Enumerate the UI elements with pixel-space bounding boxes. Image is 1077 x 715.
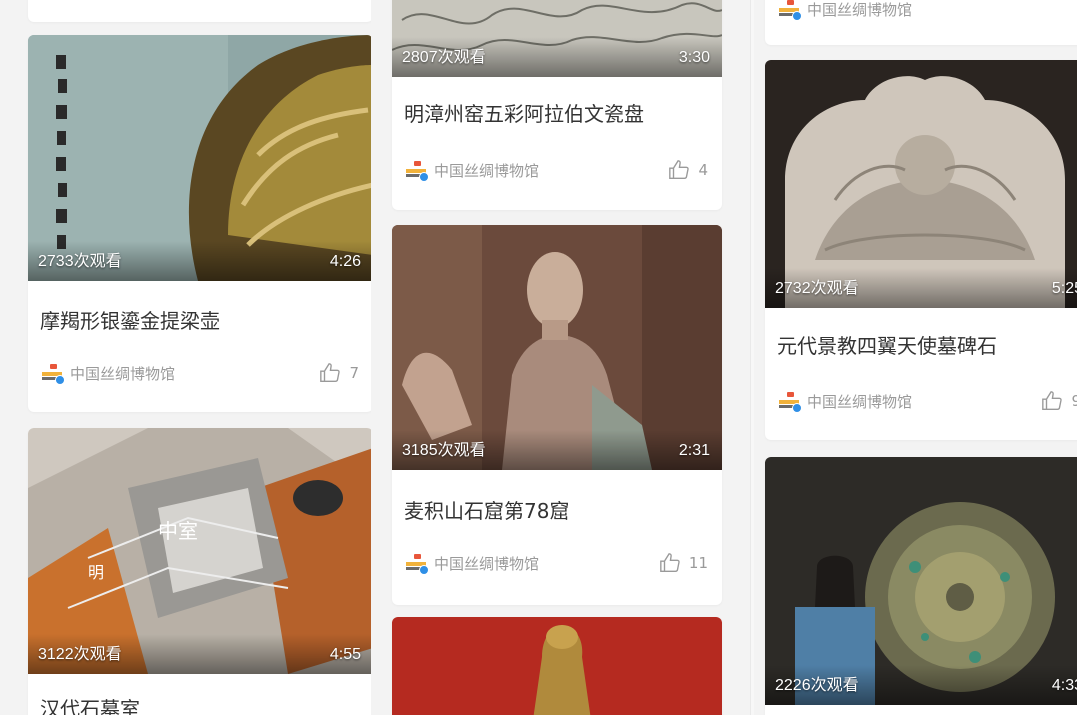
video-thumbnail[interactable]: 2226次观看 4:33 <box>765 457 1077 705</box>
author-name[interactable]: 中国丝绸博物馆 <box>434 553 539 574</box>
like-count: 4 <box>698 161 708 179</box>
video-card-partial[interactable] <box>392 617 722 715</box>
thumbs-up-icon <box>1042 391 1063 410</box>
video-duration: 4:55 <box>329 646 361 663</box>
view-count: 3122次观看 <box>38 646 122 663</box>
video-card[interactable]: 2226次观看 4:33 <box>765 457 1077 715</box>
bronze-statue-image <box>392 617 722 715</box>
video-thumbnail[interactable]: 2733次观看 4:26 <box>28 35 371 281</box>
museum-logo-icon <box>406 554 429 575</box>
author-name[interactable]: 中国丝绸博物馆 <box>807 0 912 20</box>
like-button[interactable]: 4 <box>668 159 708 181</box>
video-duration: 5:25 <box>1051 280 1077 297</box>
video-duration: 3:30 <box>678 49 710 66</box>
video-thumbnail[interactable]: 3185次观看 2:31 <box>392 225 722 470</box>
video-title[interactable]: 明漳州窑五彩阿拉伯文瓷盘 <box>404 98 644 127</box>
video-duration: 4:33 <box>1051 677 1077 694</box>
like-count: 11 <box>688 554 708 572</box>
museum-logo-icon <box>42 364 65 385</box>
thumbs-up-icon <box>320 363 341 382</box>
video-title[interactable]: 元代景教四翼天使墓碑石 <box>777 330 997 359</box>
like-button[interactable]: 9 <box>1041 390 1077 412</box>
author-name[interactable]: 中国丝绸博物馆 <box>70 363 175 384</box>
video-card[interactable]: 2733次观看 4:26 摩羯形银鎏金提梁壶 中国丝绸博物馆 7 <box>28 35 371 412</box>
video-title[interactable]: 摩羯形银鎏金提梁壶 <box>40 305 220 334</box>
video-title[interactable]: 汉代石墓室 <box>40 693 140 715</box>
video-card[interactable]: 2807次观看 3:30 明漳州窑五彩阿拉伯文瓷盘 中国丝绸博物馆 4 <box>392 0 722 210</box>
video-card[interactable]: 中室 明 3122次观看 4:55 汉代石墓室 <box>28 428 371 715</box>
card-meta: 中国丝绸博物馆 7 <box>42 362 359 385</box>
like-count: 9 <box>1071 392 1077 410</box>
card-meta: 中国丝绸博物馆 11 <box>406 552 708 575</box>
feed-column-1: 2733次观看 4:26 摩羯形银鎏金提梁壶 中国丝绸博物馆 7 中室 明 31… <box>18 0 371 715</box>
like-count: 7 <box>349 364 359 382</box>
video-thumbnail[interactable]: 2807次观看 3:30 <box>392 0 722 77</box>
column-divider <box>750 0 754 715</box>
card-meta: 中国丝绸博物馆 4 <box>406 159 708 182</box>
card-meta: 中国丝绸博物馆 <box>779 0 1077 21</box>
view-count: 2733次观看 <box>38 253 122 270</box>
museum-logo-icon <box>406 161 429 182</box>
video-duration: 2:31 <box>678 442 710 459</box>
video-thumbnail[interactable] <box>392 617 722 715</box>
video-card[interactable]: 3185次观看 2:31 麦积山石窟第78窟 中国丝绸博物馆 11 <box>392 225 722 605</box>
author-name[interactable]: 中国丝绸博物馆 <box>434 160 539 181</box>
video-duration: 4:26 <box>329 253 361 270</box>
museum-logo-icon <box>779 0 802 21</box>
view-count: 2807次观看 <box>402 49 486 66</box>
video-thumbnail[interactable]: 中室 明 3122次观看 4:55 <box>28 428 371 674</box>
like-button[interactable]: 7 <box>319 362 359 384</box>
author-name[interactable]: 中国丝绸博物馆 <box>807 391 912 412</box>
card-meta: 中国丝绸博物馆 9 <box>779 390 1077 413</box>
view-count: 3185次观看 <box>402 442 486 459</box>
view-count: 2732次观看 <box>775 280 859 297</box>
svg-text:明: 明 <box>88 563 104 582</box>
feed-column-3: 中国丝绸博物馆 2732次观看 5:25 元代景教四翼天使墓碑石 中国丝绸博物馆 <box>757 0 1077 715</box>
video-thumbnail[interactable]: 2732次观看 5:25 <box>765 60 1077 308</box>
video-title[interactable]: 麦积山石窟第78窟 <box>404 495 569 524</box>
video-card-partial[interactable] <box>28 0 371 22</box>
thumbs-up-icon <box>660 553 680 572</box>
thumbs-up-icon <box>669 160 690 179</box>
video-card-partial[interactable]: 中国丝绸博物馆 <box>765 0 1077 45</box>
view-count: 2226次观看 <box>775 677 859 694</box>
video-card[interactable]: 2732次观看 5:25 元代景教四翼天使墓碑石 中国丝绸博物馆 9 <box>765 60 1077 440</box>
svg-text:中室: 中室 <box>158 519 198 543</box>
feed-column-2: 2807次观看 3:30 明漳州窑五彩阿拉伯文瓷盘 中国丝绸博物馆 4 3185… <box>382 0 728 715</box>
museum-logo-icon <box>779 392 802 413</box>
like-button[interactable]: 11 <box>659 552 708 574</box>
